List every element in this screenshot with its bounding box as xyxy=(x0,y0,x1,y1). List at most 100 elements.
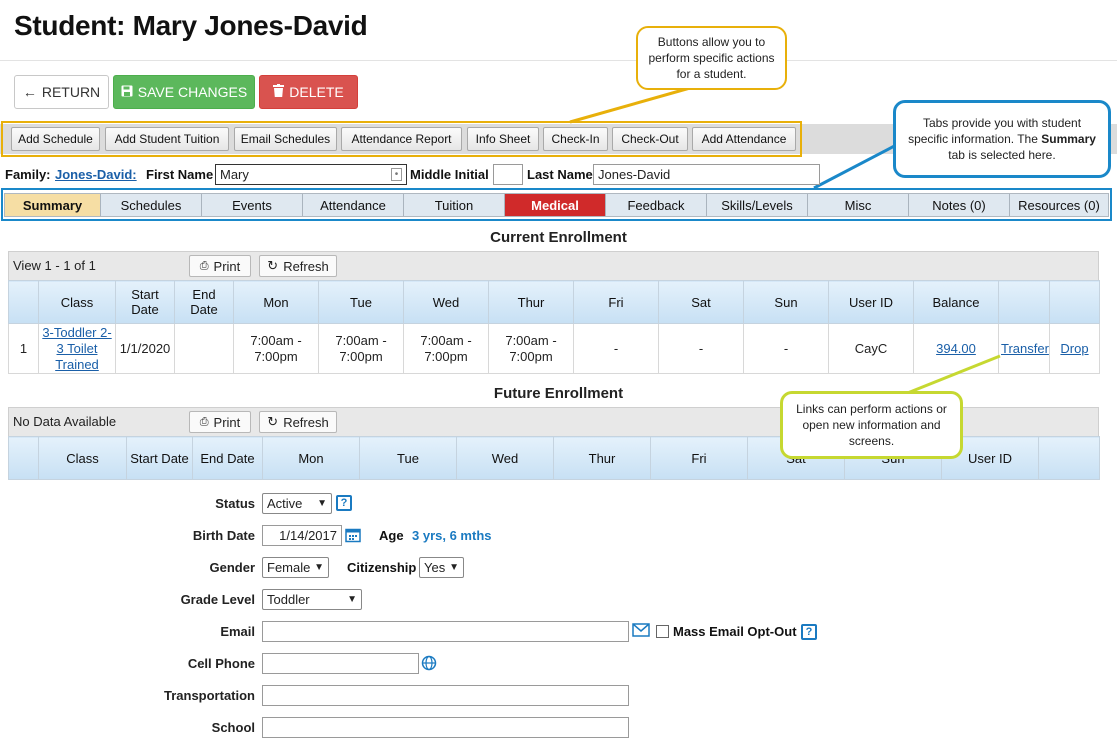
drop-cell[interactable]: Drop xyxy=(1049,323,1100,374)
row-number: 1 xyxy=(8,323,39,374)
middle-initial-label: Middle Initial xyxy=(410,167,489,182)
last-name-field[interactable]: Jones-David xyxy=(593,164,820,185)
column-header-thur: Thur xyxy=(488,280,574,324)
class-link-text[interactable]: 3-Toddler 2-3 Toilet Trained xyxy=(42,325,111,372)
current-print-label: Print xyxy=(213,258,241,274)
column-header-drop xyxy=(1049,280,1100,324)
current-enrollment-title: Current Enrollment xyxy=(490,229,627,246)
email-label: Email xyxy=(220,624,255,639)
callout-buttons: Buttons allow you to perform specific ac… xyxy=(636,26,787,90)
start-date-cell: 1/1/2020 xyxy=(115,323,175,374)
return-button[interactable]: ← RETURN xyxy=(14,75,109,109)
column-header-index xyxy=(8,280,39,324)
column-header-index xyxy=(8,436,39,480)
future-print-button[interactable]: ⎙ Print xyxy=(189,411,251,433)
grade-level-select[interactable]: Toddler ▼ xyxy=(262,589,362,610)
gender-label: Gender xyxy=(209,560,255,575)
current-refresh-button[interactable]: ↻ Refresh xyxy=(259,255,337,277)
printer-icon: ⎙ xyxy=(199,259,209,272)
delete-button[interactable]: DELETE xyxy=(259,75,358,109)
drop-link[interactable]: Drop xyxy=(1060,341,1088,356)
future-refresh-label: Refresh xyxy=(283,414,329,430)
column-header-transfer xyxy=(998,280,1050,324)
column-header-fri: Fri xyxy=(650,436,748,480)
help-icon[interactable]: ? xyxy=(801,624,817,640)
middle-initial-field[interactable] xyxy=(493,164,523,185)
floppy-disk-icon xyxy=(121,84,133,100)
current-enrollment-view-count: View 1 - 1 of 1 xyxy=(13,258,96,273)
column-header-start-date: Start Date xyxy=(115,280,175,324)
return-label: RETURN xyxy=(41,84,101,100)
future-print-label: Print xyxy=(213,414,241,430)
mon-cell: 7:00am - 7:00pm xyxy=(233,323,319,374)
email-field[interactable] xyxy=(262,621,629,642)
school-field[interactable] xyxy=(262,717,629,738)
printer-icon: ⎙ xyxy=(199,415,209,428)
column-header-tue: Tue xyxy=(359,436,457,480)
mass-email-opt-out-label: Mass Email Opt-Out xyxy=(673,624,797,639)
callout-tabs: Tabs provide you with student specific i… xyxy=(893,100,1111,178)
column-header-wed: Wed xyxy=(403,280,489,324)
gender-select[interactable]: Female ▼ xyxy=(262,557,329,578)
table-header-row: Class Start Date End Date Mon Tue Wed Th… xyxy=(8,280,1100,324)
status-select[interactable]: Active ▼ xyxy=(262,493,332,514)
column-header-extra xyxy=(1038,436,1100,480)
help-icon[interactable]: ? xyxy=(336,495,352,511)
future-enrollment-view-count: No Data Available xyxy=(13,414,117,429)
sun-cell: - xyxy=(743,323,829,374)
citizenship-label: Citizenship xyxy=(347,560,417,575)
column-header-start-date: Start Date xyxy=(126,436,193,480)
grade-level-value: Toddler xyxy=(267,592,310,607)
column-header-end-date: End Date xyxy=(174,280,234,324)
title-divider xyxy=(0,60,1117,61)
callout-pointer-buttons xyxy=(569,86,691,124)
callout-tabs-suffix: tab is selected here. xyxy=(948,148,1056,162)
column-header-sun: Sun xyxy=(743,280,829,324)
chevron-down-icon: ▼ xyxy=(449,562,459,573)
age-value: 3 yrs, 6 mths xyxy=(412,528,492,543)
delete-label: DELETE xyxy=(289,84,344,100)
column-header-end-date: End Date xyxy=(192,436,263,480)
column-header-wed: Wed xyxy=(456,436,554,480)
current-print-button[interactable]: ⎙ Print xyxy=(189,255,251,277)
chevron-down-icon: ▼ xyxy=(347,594,357,605)
chevron-down-icon: ▼ xyxy=(314,562,324,573)
column-header-tue: Tue xyxy=(318,280,404,324)
last-name-label: Last Name xyxy=(527,167,593,182)
globe-icon[interactable] xyxy=(421,655,437,674)
wed-cell: 7:00am - 7:00pm xyxy=(403,323,489,374)
citizenship-select[interactable]: Yes ▼ xyxy=(419,557,464,578)
birth-date-label: Birth Date xyxy=(192,528,255,543)
future-refresh-button[interactable]: ↻ Refresh xyxy=(259,411,337,433)
callout-tabs-bold: Summary xyxy=(1041,132,1096,146)
first-name-field[interactable]: Mary • xyxy=(215,164,407,185)
class-link[interactable]: 3-Toddler 2-3 Toilet Trained xyxy=(38,323,116,374)
citizenship-value: Yes xyxy=(424,560,446,575)
cell-phone-field[interactable] xyxy=(262,653,419,674)
save-changes-button[interactable]: SAVE CHANGES xyxy=(113,75,255,109)
school-label: School xyxy=(211,720,255,735)
thur-cell: 7:00am - 7:00pm xyxy=(488,323,574,374)
current-enrollment-toolbar: View 1 - 1 of 1 xyxy=(8,251,1099,281)
fri-cell: - xyxy=(573,323,659,374)
status-value: Active xyxy=(267,496,303,511)
birth-date-field[interactable]: 1/14/2017 xyxy=(262,525,342,546)
calendar-icon[interactable] xyxy=(345,527,361,546)
mass-email-opt-out-checkbox[interactable] xyxy=(656,625,669,638)
envelope-icon[interactable] xyxy=(632,623,650,640)
column-header-mon: Mon xyxy=(262,436,360,480)
column-header-user-id: User ID xyxy=(828,280,914,324)
tabs-highlight xyxy=(1,188,1112,221)
gender-value: Female xyxy=(267,560,311,575)
column-header-mon: Mon xyxy=(233,280,319,324)
callout-links: Links can perform actions or open new in… xyxy=(780,391,963,459)
cell-phone-label: Cell Phone xyxy=(187,656,255,671)
tue-cell: 7:00am - 7:00pm xyxy=(318,323,404,374)
refresh-icon: ↻ xyxy=(267,414,279,429)
transportation-field[interactable] xyxy=(262,685,629,706)
column-header-sat: Sat xyxy=(658,280,744,324)
transportation-label: Transportation xyxy=(163,688,255,703)
family-link[interactable]: Jones-David: xyxy=(55,167,137,182)
column-header-balance: Balance xyxy=(913,280,999,324)
column-header-thur: Thur xyxy=(553,436,651,480)
